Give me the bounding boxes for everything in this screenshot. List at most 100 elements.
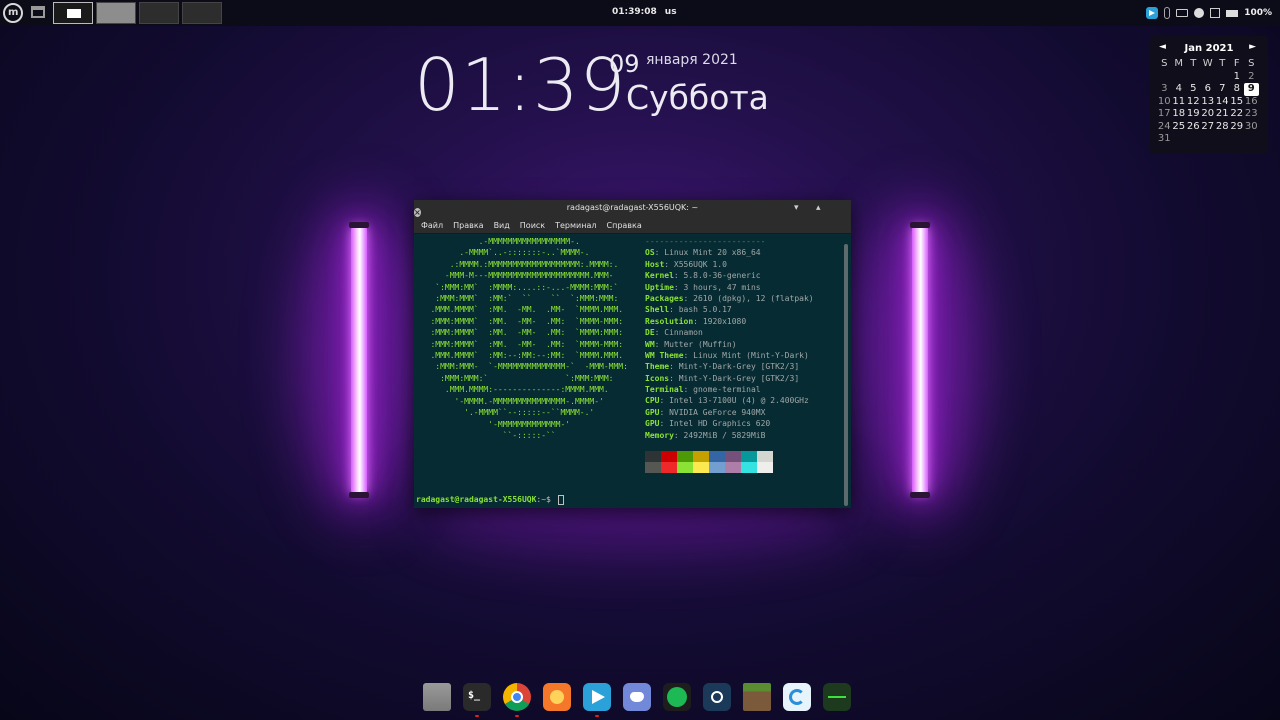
maximize-button[interactable]: ▴ <box>816 203 821 213</box>
calendar-day[interactable]: 27 <box>1201 121 1216 134</box>
calendar-day-today[interactable]: 9 <box>1244 83 1259 96</box>
menu-terminal[interactable]: Терминал <box>555 217 596 233</box>
battery-icon[interactable] <box>1226 9 1239 17</box>
calendar-day[interactable]: 14 <box>1215 96 1230 109</box>
calendar-day <box>1172 133 1187 146</box>
calendar-day[interactable]: 5 <box>1186 83 1201 96</box>
calendar-day[interactable]: 16 <box>1244 96 1259 109</box>
terminal-output[interactable]: .-MMMMMMMMMMMMMMMMM-. .-MMMM`..-:::::::-… <box>416 236 846 506</box>
terminal-window[interactable]: radagast@radagast-X556UQK: ~ ▾ ▴ × Файл … <box>414 200 851 508</box>
keyboard-icon[interactable] <box>1176 9 1189 17</box>
neofetch-separator: ------------------------- <box>645 237 766 246</box>
dock-item-discord[interactable] <box>620 680 654 714</box>
menu-help[interactable]: Справка <box>607 217 642 233</box>
neon-tube-cap <box>910 222 930 228</box>
palette-swatch <box>693 451 709 462</box>
calendar-day[interactable]: 20 <box>1201 108 1216 121</box>
terminal-scrollbar[interactable] <box>844 244 848 506</box>
info-value: Mutter (Muffin) <box>664 339 737 349</box>
dock-item-spotify[interactable] <box>660 680 694 714</box>
calendar-day[interactable]: 30 <box>1244 121 1259 134</box>
bluetooth-icon[interactable] <box>1164 7 1171 19</box>
calendar-day[interactable]: 10 <box>1157 96 1172 109</box>
running-indicator <box>595 715 599 717</box>
calendar-day[interactable]: 19 <box>1186 108 1201 121</box>
calendar-weekday-header: S <box>1161 58 1168 69</box>
panel-clock-time: 01:39:08 <box>612 7 657 17</box>
palette-swatch <box>693 462 709 473</box>
shell-prompt[interactable]: radagast@radagast-X556UQK:~$ <box>416 494 564 505</box>
mint-menu-button[interactable]: m <box>3 3 23 23</box>
terminal-titlebar[interactable]: radagast@radagast-X556UQK: ~ ▾ ▴ × <box>414 200 851 217</box>
dock-item-steam[interactable] <box>700 680 734 714</box>
dock-item-terminal[interactable] <box>460 680 494 717</box>
dock-item-minecraft[interactable] <box>740 680 774 714</box>
palette-swatch <box>661 451 677 462</box>
calendar-day[interactable]: 2 <box>1244 71 1259 84</box>
info-value: Mint-Y-Dark-Grey [GTK2/3] <box>678 373 800 383</box>
calendar-day[interactable]: 26 <box>1186 121 1201 134</box>
show-desktop-icon[interactable] <box>31 6 45 18</box>
menu-edit[interactable]: Правка <box>453 217 483 233</box>
workspace-3[interactable] <box>139 2 179 24</box>
firefox-icon <box>543 683 571 711</box>
info-value: 5.8.0-36-generic <box>683 271 761 281</box>
calendar-day[interactable]: 28 <box>1215 121 1230 134</box>
info-value: NVIDIA GeForce 940MX <box>669 407 766 417</box>
calendar-day[interactable]: 22 <box>1230 108 1245 121</box>
calendar-day[interactable]: 4 <box>1172 83 1187 96</box>
calendar-day[interactable]: 18 <box>1172 108 1187 121</box>
dock-item-folder[interactable] <box>420 680 454 714</box>
dock-item-monitor[interactable] <box>820 680 854 714</box>
calendar-day[interactable]: 6 <box>1201 83 1216 96</box>
calendar-day[interactable]: 17 <box>1157 108 1172 121</box>
menu-file[interactable]: Файл <box>421 217 443 233</box>
calendar-day[interactable]: 25 <box>1172 121 1187 134</box>
telegram-tray-icon[interactable] <box>1146 7 1159 19</box>
calendar-day[interactable]: 13 <box>1201 96 1216 109</box>
dock-item-edge[interactable] <box>780 680 814 714</box>
keyboard-layout-indicator[interactable]: us <box>665 7 677 17</box>
dock-item-chrome[interactable] <box>500 680 534 717</box>
info-colon: : <box>673 430 684 440</box>
info-colon: : <box>664 259 674 269</box>
calendar-day[interactable]: 24 <box>1157 121 1172 134</box>
workspace-1[interactable] <box>53 2 93 24</box>
calendar-day[interactable]: 8 <box>1230 83 1245 96</box>
info-colon: : <box>693 316 703 326</box>
calendar-day[interactable]: 11 <box>1172 96 1187 109</box>
info-value: 3 hours, 47 mins <box>683 282 761 292</box>
info-value: 2610 (dpkg), 12 (flatpak) <box>693 293 814 303</box>
calendar-next-month-button[interactable]: ► <box>1249 42 1256 52</box>
calendar-day[interactable]: 7 <box>1215 83 1230 96</box>
calendar-day[interactable]: 12 <box>1186 96 1201 109</box>
calendar-day[interactable]: 29 <box>1230 121 1245 134</box>
edge-icon <box>783 683 811 711</box>
panel-clock[interactable]: 01:39:08 us <box>612 7 677 17</box>
calendar-day[interactable]: 1 <box>1230 71 1245 84</box>
calendar-day[interactable]: 3 <box>1157 83 1172 96</box>
minimize-button[interactable]: ▾ <box>794 203 799 213</box>
calendar-day[interactable]: 21 <box>1215 108 1230 121</box>
dock-item-firefox[interactable] <box>540 680 574 714</box>
workspace-2[interactable] <box>96 2 136 24</box>
workspace-4[interactable] <box>182 2 222 24</box>
calendar-day[interactable]: 31 <box>1157 133 1172 146</box>
menu-view[interactable]: Вид <box>494 217 510 233</box>
info-value: gnome-terminal <box>693 385 761 395</box>
neofetch-info-row: Icons: Mint-Y-Dark-Grey [GTK2/3] <box>645 373 814 384</box>
info-colon: : <box>669 373 679 383</box>
network-icon[interactable] <box>1210 8 1221 18</box>
palette-swatch <box>709 462 725 473</box>
menu-search[interactable]: Поиск <box>520 217 545 233</box>
info-value: X556UQK 1.0 <box>673 259 727 269</box>
calendar-day <box>1215 133 1230 146</box>
calendar-header: ◄ Jan 2021 ► <box>1150 42 1268 56</box>
calendar-day[interactable]: 15 <box>1230 96 1245 109</box>
update-manager-icon[interactable] <box>1194 8 1205 18</box>
neon-tube-right <box>910 222 930 498</box>
dock-item-telegram[interactable] <box>580 680 614 717</box>
calendar-day[interactable]: 23 <box>1244 108 1259 121</box>
calendar-desklet: ◄ Jan 2021 ► S M T W T F S 1 2 3 4 5 6 7 8 9 10 11 12 13 14 1… <box>1150 36 1268 154</box>
info-value: Mint-Y-Dark-Grey [GTK2/3] <box>678 362 800 372</box>
